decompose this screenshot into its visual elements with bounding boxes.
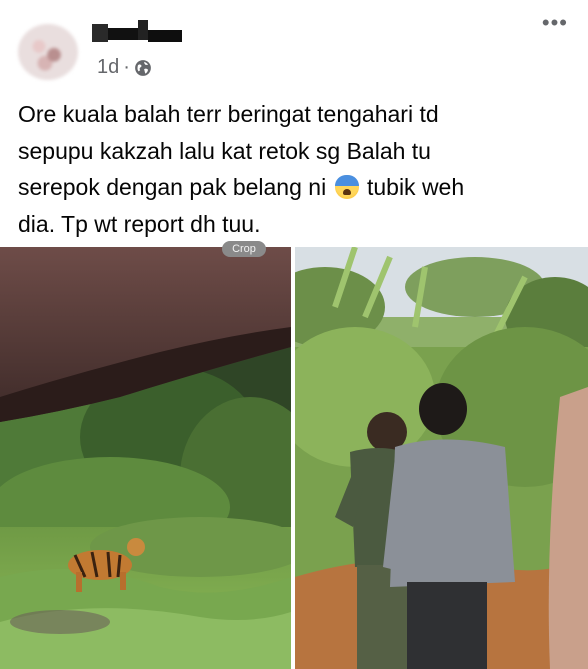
post-line-1: Ore kuala balah terr beringat tengahari … <box>18 101 439 127</box>
photo-grid: Crop <box>0 241 588 669</box>
post-meta: 1d · <box>97 56 152 79</box>
anxious-face-emoji-icon <box>334 175 359 199</box>
globe-icon[interactable] <box>134 59 152 77</box>
tiger-photo[interactable] <box>0 247 291 669</box>
avatar[interactable] <box>18 24 78 80</box>
post-header: 1d · ••• <box>0 0 588 88</box>
post-line-3-end: tubik weh <box>360 174 465 200</box>
meta-separator: · <box>123 56 130 78</box>
post-line-4: dia. Tp wt report dh tuu. <box>18 210 261 237</box>
post-body: Ore kuala balah terr beringat tengahari … <box>18 96 578 242</box>
crop-label: Crop <box>222 241 266 257</box>
post-line-3: serepok dengan pak belang ni tubik weh <box>18 169 578 206</box>
more-options-icon[interactable]: ••• <box>542 12 568 34</box>
post-line-3-start: serepok dengan pak belang ni <box>18 174 333 200</box>
post-time[interactable]: 1d <box>97 56 119 79</box>
men-scene-image <box>295 247 588 669</box>
post-line-2: sepupu kakzah lalu kat retok sg Balah tu <box>18 137 431 164</box>
men-photo[interactable] <box>295 247 588 669</box>
tiger-scene-image <box>0 247 291 669</box>
author-name-redacted[interactable] <box>92 18 182 44</box>
